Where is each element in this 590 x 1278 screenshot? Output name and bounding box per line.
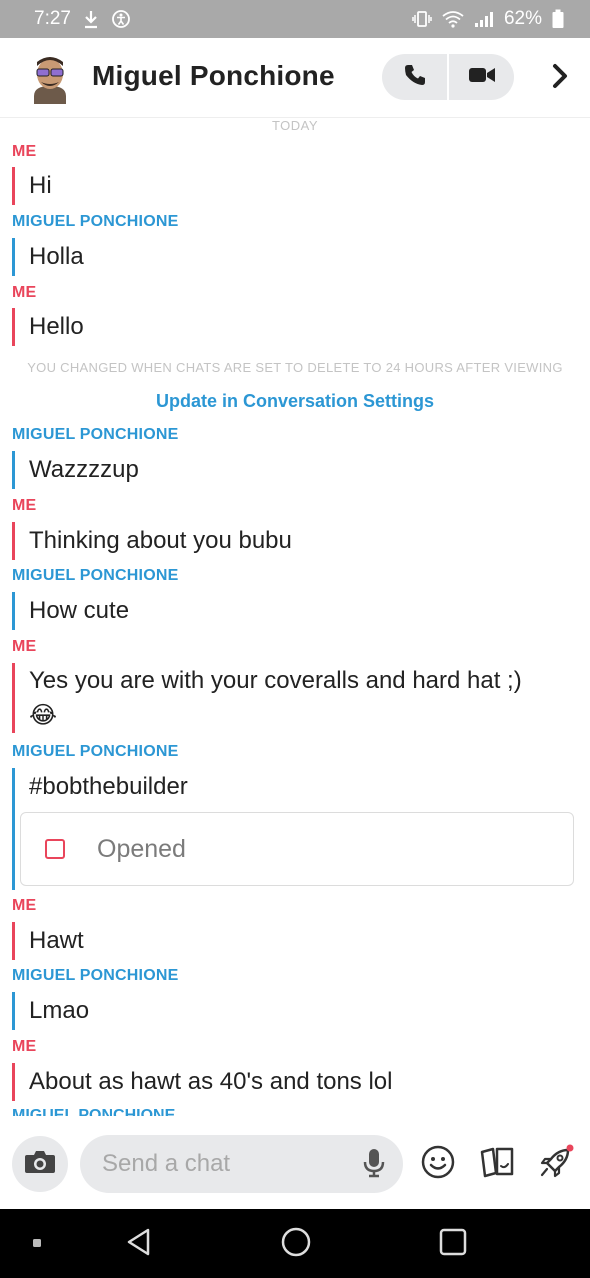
date-divider: TODAY (271, 118, 319, 133)
call-button-group (382, 54, 514, 100)
status-time: 7:27 (34, 8, 71, 29)
back-triangle-icon (124, 1227, 154, 1262)
sender-label-me: ME (12, 897, 37, 914)
chat-thread[interactable]: TODAY ME Hi MIGUEL PONCHIONE Holla ME He… (0, 118, 590, 1116)
accessibility-icon (111, 9, 131, 29)
battery-percent: 62% (503, 8, 542, 29)
laughing-emoji[interactable]: 😂 (29, 701, 57, 730)
microphone-icon (363, 1148, 385, 1183)
sender-label-me: ME (12, 284, 37, 301)
opened-snap-label: Opened (97, 834, 186, 863)
signal-icon (474, 10, 494, 28)
chat-settings-notice: YOU CHANGED WHEN CHATS ARE SET TO DELETE… (27, 360, 563, 375)
open-chat-menu-button[interactable] (545, 60, 575, 96)
video-call-button[interactable] (449, 54, 514, 100)
contact-name[interactable]: Miguel Ponchione (92, 60, 335, 92)
system-nav-bar (0, 1209, 590, 1278)
rocket-icon (538, 1144, 574, 1185)
voice-call-button[interactable] (382, 54, 447, 100)
nav-home-button[interactable] (279, 1227, 313, 1261)
message[interactable]: Hi (12, 167, 52, 205)
chevron-right-icon (551, 63, 569, 94)
message[interactable]: Thinking about you bubu (12, 522, 292, 560)
status-bar: 7:27 62% (0, 0, 590, 38)
sender-label-contact: MIGUEL PONCHIONE (12, 1107, 176, 1116)
recents-square-icon (438, 1227, 468, 1262)
sender-label-me: ME (12, 638, 37, 655)
chat-composer (0, 1116, 590, 1209)
voice-note-button[interactable] (360, 1148, 388, 1183)
opened-snap-icon (45, 839, 65, 859)
chat-header: Miguel Ponchione (0, 38, 590, 118)
wifi-icon (442, 10, 464, 28)
nav-dot-button[interactable] (20, 1227, 54, 1261)
smiley-icon (421, 1145, 455, 1184)
message[interactable]: Yes you are with your coveralls and hard… (29, 667, 522, 695)
cards-icon (479, 1146, 515, 1183)
message-bar (12, 768, 15, 890)
home-circle-icon (280, 1226, 312, 1263)
message[interactable]: Holla (12, 238, 84, 276)
sender-label-me: ME (12, 497, 37, 514)
cameos-button[interactable] (479, 1146, 515, 1182)
message[interactable]: #bobthebuilder (29, 773, 188, 801)
camera-button[interactable] (12, 1136, 68, 1192)
message[interactable]: About as hawt as 40's and tons lol (12, 1063, 392, 1101)
sender-label-me: ME (12, 143, 37, 160)
message[interactable]: Hawt (12, 922, 84, 960)
conversation-settings-link[interactable]: Update in Conversation Settings (0, 391, 590, 412)
sender-label-me: ME (12, 1038, 37, 1055)
avatar[interactable] (28, 52, 72, 104)
sender-label-contact: MIGUEL PONCHIONE (12, 567, 179, 584)
camera-icon (24, 1149, 56, 1180)
download-icon (83, 9, 99, 29)
battery-icon (552, 9, 564, 29)
dot-icon (32, 1235, 42, 1253)
message[interactable]: Hello (12, 308, 84, 346)
sender-label-contact: MIGUEL PONCHIONE (12, 213, 179, 230)
message[interactable]: Wazzzzup (12, 451, 139, 489)
message-bar (12, 663, 15, 733)
sender-label-contact: MIGUEL PONCHIONE (12, 967, 179, 984)
phone-icon (403, 63, 427, 92)
video-camera-icon (468, 65, 496, 90)
message[interactable]: Lmao (12, 992, 89, 1030)
vibrate-icon (412, 10, 432, 28)
message[interactable]: How cute (12, 592, 129, 630)
nav-recents-button[interactable] (436, 1227, 470, 1261)
sticker-button[interactable] (420, 1145, 456, 1184)
opened-snap-card[interactable]: Opened (20, 812, 574, 886)
chat-input[interactable] (80, 1135, 403, 1193)
sender-label-contact: MIGUEL PONCHIONE (12, 426, 179, 443)
nav-back-button[interactable] (122, 1227, 156, 1261)
games-button[interactable] (538, 1144, 574, 1185)
sender-label-contact: MIGUEL PONCHIONE (12, 743, 179, 760)
